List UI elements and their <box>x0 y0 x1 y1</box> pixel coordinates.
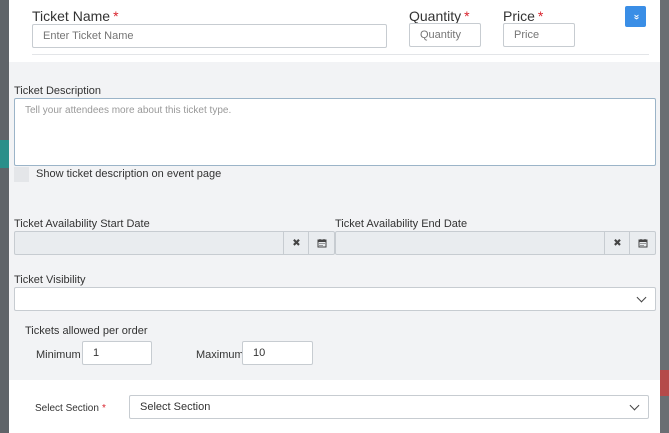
background-page-right <box>660 0 669 433</box>
calendar-icon <box>317 239 326 248</box>
availability-end-input[interactable]: ✖ <box>335 231 656 255</box>
clear-end-date-button[interactable]: ✖ <box>604 232 630 254</box>
show-description-label: Show ticket description on event page <box>36 168 222 180</box>
select-section-label: Select Section * <box>35 403 106 414</box>
calendar-icon <box>638 239 647 248</box>
minimum-label: Minimum <box>36 349 81 361</box>
quantity-input[interactable] <box>409 23 481 47</box>
select-section-value: Select Section <box>140 401 211 413</box>
chevron-down-icon <box>636 292 647 303</box>
ticket-visibility-label: Ticket Visibility <box>14 274 86 286</box>
close-icon: ✖ <box>292 237 301 249</box>
clear-start-date-button[interactable]: ✖ <box>283 232 309 254</box>
select-section-dropdown[interactable]: Select Section <box>129 395 649 419</box>
minimum-input[interactable] <box>82 341 152 365</box>
ticket-visibility-select[interactable] <box>14 287 656 311</box>
add-ticket-modal: Ticket Name* Quantity* Price* » Ticket D… <box>9 0 660 433</box>
expand-button[interactable]: » <box>625 6 646 27</box>
double-chevron-down-icon: » <box>630 13 642 20</box>
ticket-description-placeholder: Tell your attendees more about this tick… <box>25 105 232 116</box>
tickets-per-order-label: Tickets allowed per order <box>25 325 148 337</box>
start-date-calendar-button[interactable] <box>308 232 334 254</box>
price-label: Price * <box>503 8 544 24</box>
end-date-calendar-button[interactable] <box>629 232 655 254</box>
chevron-down-icon <box>629 400 640 411</box>
background-page-left <box>0 0 9 433</box>
show-description-checkbox[interactable] <box>14 167 29 182</box>
availability-end-label: Ticket Availability End Date <box>335 218 468 230</box>
ticket-description-textarea[interactable]: Tell your attendees more about this tick… <box>14 98 656 166</box>
header-divider <box>32 54 649 55</box>
background-red-strip <box>660 370 669 396</box>
price-input[interactable] <box>503 23 575 47</box>
maximum-input[interactable] <box>242 341 313 365</box>
availability-start-input[interactable]: ✖ <box>14 231 335 255</box>
ticket-name-label: Ticket Name * <box>32 8 119 24</box>
availability-start-label: Ticket Availability Start Date <box>14 218 150 230</box>
quantity-label: Quantity * <box>409 8 470 24</box>
maximum-label: Maximum <box>196 349 244 361</box>
ticket-description-label: Ticket Description <box>14 85 102 97</box>
ticket-name-input[interactable] <box>32 24 387 48</box>
background-teal-strip <box>0 140 9 168</box>
close-icon: ✖ <box>613 237 622 249</box>
